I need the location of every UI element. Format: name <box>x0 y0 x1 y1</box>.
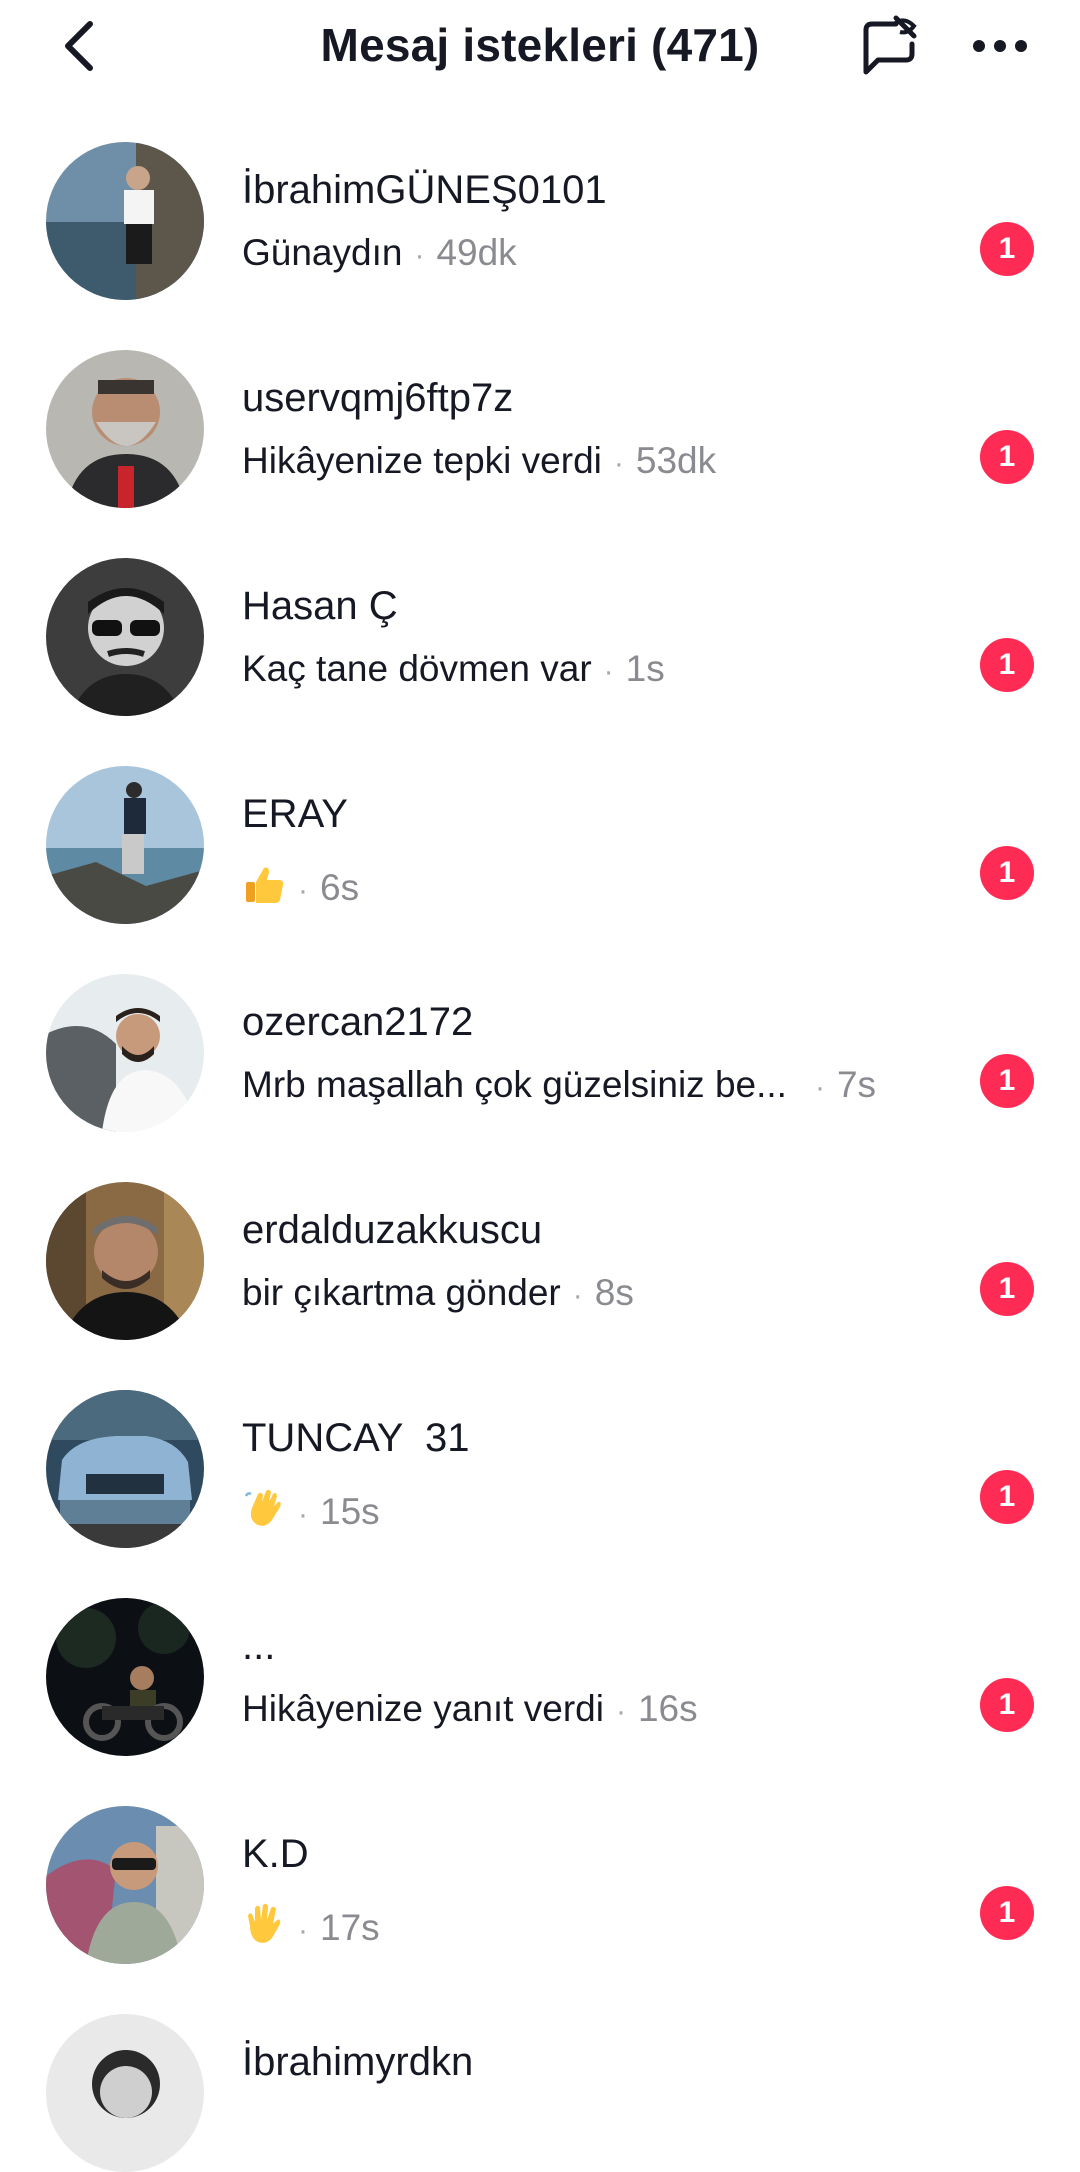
thumbs-up-emoji <box>242 862 286 906</box>
message-preview: Günaydın · 49dk <box>242 232 517 274</box>
request-row[interactable]: uservqmj6ftp7z Hikâyenize tepki verdi · … <box>0 300 1080 508</box>
message-preview: bir çıkartma gönder · 8s <box>242 1272 634 1314</box>
message-preview: Hikâyenize yanıt verdi · 16s <box>242 1688 698 1730</box>
avatar[interactable] <box>46 350 204 508</box>
request-row[interactable]: Hasan Ç Kaç tane dövmen var · 1s 1 <box>0 508 1080 716</box>
unread-badge: 1 <box>980 1886 1034 1940</box>
request-row[interactable]: ERAY · 6s 1 <box>0 716 1080 924</box>
dot-separator: · <box>615 1695 626 1728</box>
message-text: Mrb maşallah çok güzelsiniz be... <box>242 1064 787 1105</box>
message-time: 17s <box>320 1907 380 1948</box>
sender-name: erdalduzakkuscu <box>242 1208 543 1252</box>
message-preview: Mrb maşallah çok güzelsiniz be... · 7s <box>242 1064 876 1106</box>
avatar-image <box>46 1390 204 1548</box>
waving-hand-emoji <box>242 1486 286 1530</box>
dot-separator: · <box>613 447 624 480</box>
message-preview: Kaç tane dövmen var · 1s <box>242 648 665 690</box>
request-row[interactable]: İbrahimGÜNEŞ0101 Günaydın · 49dk 1 <box>0 92 1080 300</box>
avatar-image <box>46 142 204 300</box>
message-text: Günaydın <box>242 232 403 273</box>
avatar-image <box>46 558 204 716</box>
unread-badge: 1 <box>980 1678 1034 1732</box>
avatar[interactable] <box>46 2014 204 2172</box>
avatar[interactable] <box>46 1182 204 1340</box>
raised-hand-emoji <box>242 1902 286 1946</box>
message-time: 1s <box>625 648 665 689</box>
dot-separator: · <box>603 655 614 688</box>
avatar[interactable] <box>46 1598 204 1756</box>
dot-separator: · <box>298 1914 308 1947</box>
message-time: 49dk <box>436 232 517 273</box>
request-row[interactable]: K.D · 17s 1 <box>0 1756 1080 1964</box>
avatar[interactable] <box>46 558 204 716</box>
avatar[interactable] <box>46 1390 204 1548</box>
message-preview: · 17s <box>242 1896 380 1949</box>
sender-name: ERAY <box>242 792 348 836</box>
avatar-image <box>46 350 204 508</box>
more-options-button[interactable] <box>968 16 1032 76</box>
message-request-list: İbrahimGÜNEŞ0101 Günaydın · 49dk 1 userv… <box>0 92 1080 2172</box>
avatar[interactable] <box>46 974 204 1132</box>
avatar[interactable] <box>46 142 204 300</box>
avatar-image <box>46 974 204 1132</box>
request-row[interactable]: TUNCAY 31 · 15s 1 <box>0 1340 1080 1548</box>
message-text: bir çıkartma gönder <box>242 1272 561 1313</box>
request-row[interactable]: ... Hikâyenize yanıt verdi · 16s 1 <box>0 1548 1080 1756</box>
avatar-image <box>46 1806 204 1964</box>
top-bar: Mesaj istekleri (471) <box>0 0 1080 92</box>
message-filter-icon <box>863 15 917 75</box>
dot-separator: · <box>572 1279 583 1312</box>
message-text: Kaç tane dövmen var <box>242 648 592 689</box>
message-preview: · 15s <box>242 1480 380 1533</box>
sender-name: uservqmj6ftp7z <box>242 376 514 420</box>
dot-separator: · <box>814 1071 825 1104</box>
avatar-image <box>46 1182 204 1340</box>
message-time: 16s <box>637 1688 698 1729</box>
message-preview: Hikâyenize tepki verdi · 53dk <box>242 440 716 482</box>
sender-name: İbrahimyrdkn <box>242 2040 474 2084</box>
avatar[interactable] <box>46 1806 204 1964</box>
sender-name: ozercan2172 <box>242 1000 474 1044</box>
unread-badge: 1 <box>980 222 1034 276</box>
avatar[interactable] <box>46 766 204 924</box>
message-time: 15s <box>320 1491 380 1532</box>
message-text: Hikâyenize tepki verdi <box>242 440 602 481</box>
message-filter-button[interactable] <box>852 10 924 82</box>
message-time: 53dk <box>635 440 717 481</box>
sender-name: TUNCAY 31 <box>242 1416 470 1460</box>
dot-separator: · <box>298 1498 308 1531</box>
request-row[interactable]: erdalduzakkuscu bir çıkartma gönder · 8s… <box>0 1132 1080 1340</box>
unread-badge: 1 <box>980 430 1034 484</box>
sender-name: Hasan Ç <box>242 584 398 628</box>
more-horizontal-icon <box>973 40 1027 52</box>
sender-name: ... <box>242 1624 276 1668</box>
unread-badge: 1 <box>980 1262 1034 1316</box>
unread-badge: 1 <box>980 1054 1034 1108</box>
request-row[interactable]: İbrahimyrdkn <box>0 1964 1080 2172</box>
message-time: 6s <box>320 867 360 908</box>
dot-separator: · <box>414 239 425 272</box>
sender-name: K.D <box>242 1832 309 1876</box>
message-text: Hikâyenize yanıt verdi <box>242 1688 604 1729</box>
message-time: 8s <box>594 1272 634 1313</box>
unread-badge: 1 <box>980 638 1034 692</box>
avatar-image <box>46 766 204 924</box>
message-time: 7s <box>836 1064 877 1105</box>
avatar-image <box>46 2014 204 2172</box>
unread-badge: 1 <box>980 1470 1034 1524</box>
message-preview: · 6s <box>242 856 359 909</box>
sender-name: İbrahimGÜNEŞ0101 <box>242 168 607 212</box>
request-row[interactable]: ozercan2172 Mrb maşallah çok güzelsiniz … <box>0 924 1080 1132</box>
unread-badge: 1 <box>980 846 1034 900</box>
dot-separator: · <box>298 874 308 907</box>
avatar-image <box>46 1598 204 1756</box>
